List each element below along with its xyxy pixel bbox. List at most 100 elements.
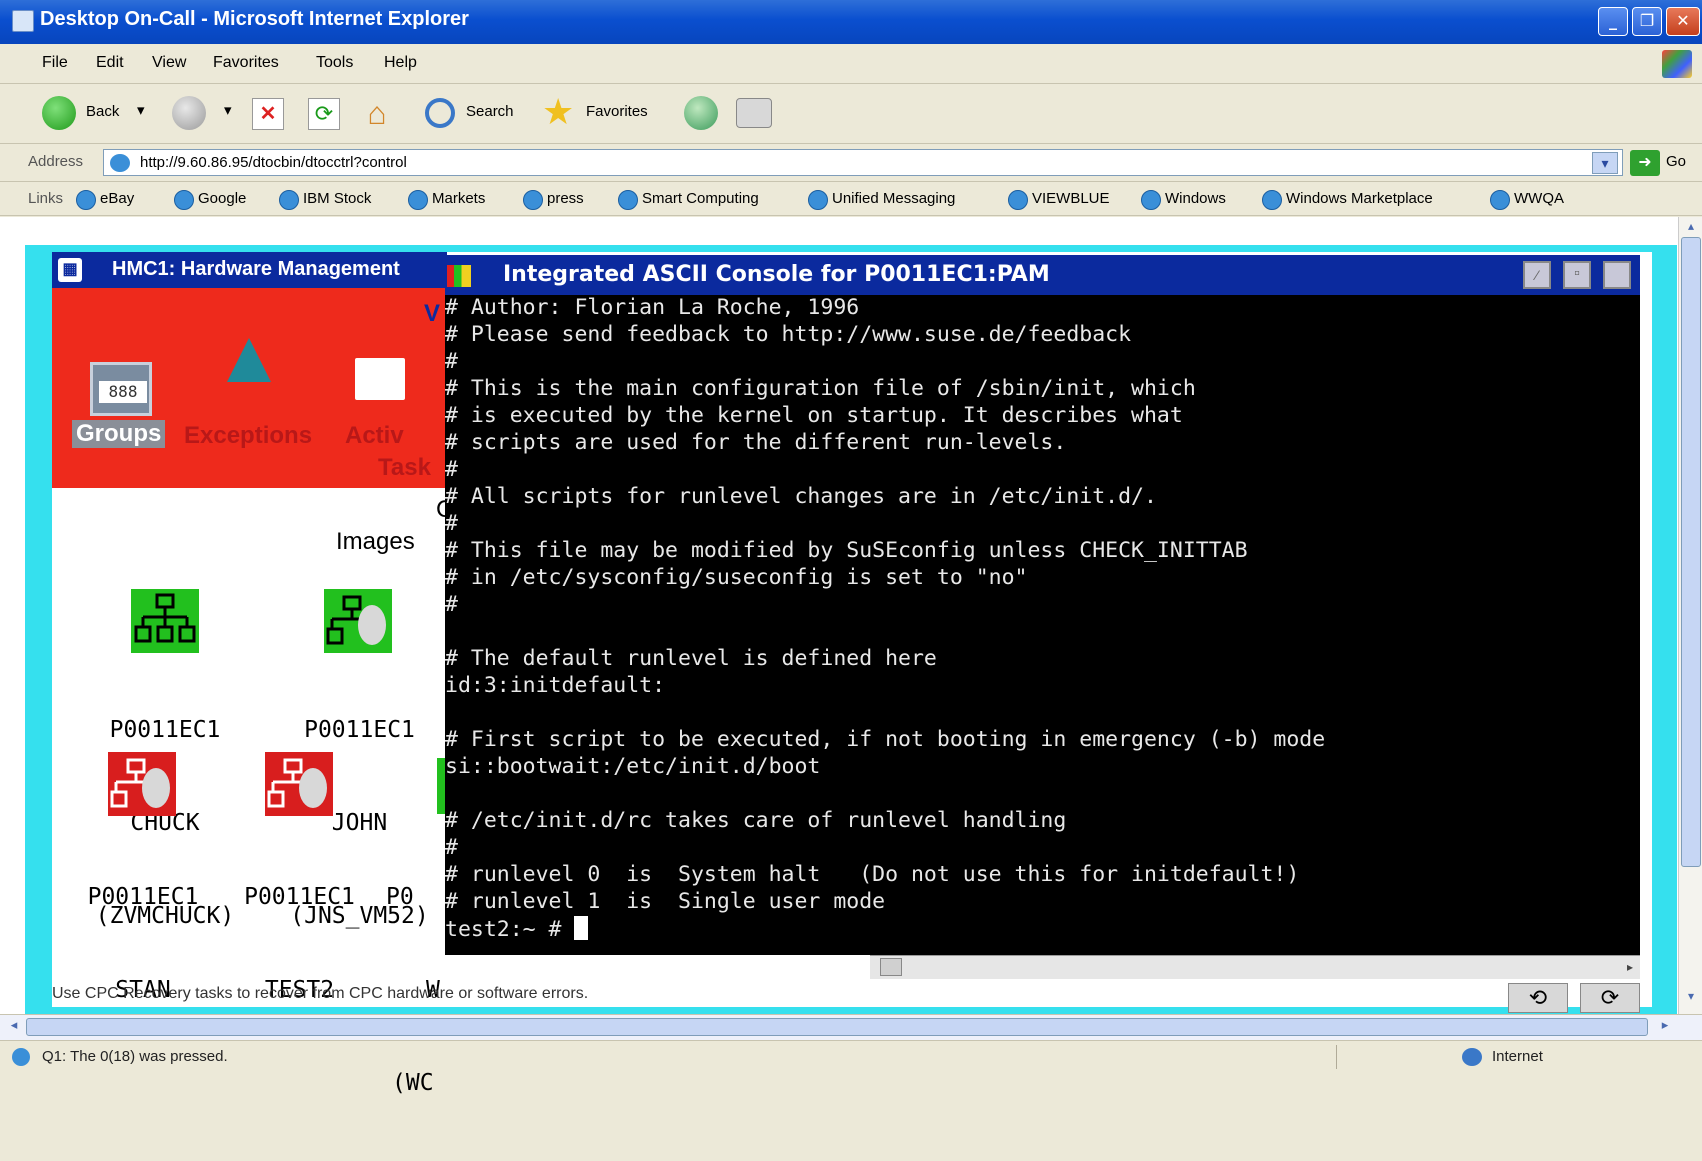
mail-icon[interactable] bbox=[736, 98, 772, 128]
hmc-app-icon: ▦ bbox=[58, 258, 82, 282]
back-button-label[interactable]: Back bbox=[86, 103, 119, 120]
address-dropdown-chevron-icon[interactable]: ▾ bbox=[1592, 152, 1618, 174]
groups-button[interactable]: Groups bbox=[72, 420, 166, 448]
go-arrow-icon[interactable]: ➜ bbox=[1630, 150, 1660, 176]
forward-arrow-icon[interactable] bbox=[172, 96, 206, 130]
hmc-nav-area: V 888 Groups Exceptions Activ Task bbox=[52, 288, 447, 488]
menu-file[interactable]: File bbox=[42, 54, 68, 72]
link-wwqa[interactable]: WWQA bbox=[1490, 190, 1564, 210]
refresh-icon[interactable]: ⟳ bbox=[308, 98, 340, 130]
image-status-icon[interactable] bbox=[265, 752, 333, 816]
console-prompt-line[interactable]: test2:~ # bbox=[445, 916, 589, 942]
scroll-thumb[interactable] bbox=[1681, 237, 1701, 867]
back-arrow-icon[interactable] bbox=[42, 96, 76, 130]
hmc-forward-nav-icon[interactable]: ⟳ bbox=[1580, 983, 1640, 1013]
link-smart-computing[interactable]: Smart Computing bbox=[618, 190, 759, 210]
image-name-line1: P0011EC1 bbox=[244, 884, 355, 910]
console-app-icon bbox=[447, 265, 471, 287]
console-maximize-button[interactable]: ▫ bbox=[1563, 261, 1591, 289]
console-line: # All scripts for runlevel changes are i… bbox=[445, 484, 1157, 509]
image-status-icon[interactable] bbox=[108, 752, 176, 816]
link-press[interactable]: press bbox=[523, 190, 584, 210]
page-horizontal-scrollbar[interactable]: ◂ ▸ bbox=[0, 1014, 1702, 1040]
menu-help[interactable]: Help bbox=[384, 54, 417, 72]
active-tasks-button-line1[interactable]: Activ bbox=[345, 422, 404, 450]
link-unified-messaging[interactable]: Unified Messaging bbox=[808, 190, 955, 210]
page-status-icon bbox=[12, 1048, 30, 1066]
exceptions-button[interactable]: Exceptions bbox=[184, 422, 312, 450]
page-vertical-scrollbar[interactable]: ▴ ▾ bbox=[1678, 217, 1702, 1014]
console-minimize-button[interactable]: ⁄ bbox=[1523, 261, 1551, 289]
link-viewblue[interactable]: VIEWBLUE bbox=[1008, 190, 1110, 210]
console-cursor bbox=[574, 916, 589, 940]
console-line: # Author: Florian La Roche, 1996 bbox=[445, 295, 860, 320]
console-line: # runlevel 1 is Single user mode bbox=[445, 889, 886, 914]
favorites-button-label[interactable]: Favorites bbox=[586, 103, 648, 120]
scroll-thumb[interactable] bbox=[26, 1018, 1648, 1036]
links-label: Links bbox=[28, 190, 64, 207]
stop-icon[interactable]: ✕ bbox=[252, 98, 284, 130]
ie-window-icon[interactable] bbox=[12, 10, 34, 32]
scroll-down-arrow-icon[interactable]: ▾ bbox=[1681, 989, 1701, 1009]
console-horizontal-scrollbar[interactable]: ▸ bbox=[870, 955, 1640, 979]
image-name-line1: P0011EC1 bbox=[109, 717, 221, 743]
scroll-right-arrow-icon[interactable]: ▸ bbox=[1655, 1017, 1675, 1037]
link-ibm-stock[interactable]: IBM Stock bbox=[279, 190, 371, 210]
page-icon bbox=[110, 154, 130, 172]
link-google[interactable]: Google bbox=[174, 190, 246, 210]
console-output[interactable]: # Author: Florian La Roche, 1996 # Pleas… bbox=[445, 295, 1640, 955]
menu-favorites[interactable]: Favorites bbox=[213, 54, 279, 72]
link-ebay[interactable]: eBay bbox=[76, 190, 134, 210]
security-zone-label: Internet bbox=[1492, 1048, 1543, 1065]
hmc-nav-fragment-v: V bbox=[424, 300, 441, 327]
search-button-label[interactable]: Search bbox=[466, 103, 514, 120]
active-tasks-button-line2[interactable]: Task bbox=[378, 454, 431, 482]
links-bar: Links eBay Google IBM Stock Markets pres… bbox=[0, 182, 1702, 216]
console-line: id:3:initdefault: bbox=[445, 673, 666, 698]
address-bar: Address http://9.60.86.95/dtocbin/dtocct… bbox=[0, 144, 1702, 182]
scroll-up-arrow-icon[interactable]: ▴ bbox=[1681, 219, 1701, 239]
scroll-thumb[interactable] bbox=[880, 958, 902, 976]
image-status-icon[interactable] bbox=[131, 589, 199, 653]
groups-icon[interactable]: 888 bbox=[90, 362, 152, 416]
maximize-button[interactable]: ❐ bbox=[1632, 7, 1662, 36]
menu-tools[interactable]: Tools bbox=[316, 54, 353, 72]
menu-edit[interactable]: Edit bbox=[96, 54, 124, 72]
active-tasks-folder-icon[interactable] bbox=[355, 358, 405, 400]
image-name-line1: P0011EC1 bbox=[304, 717, 415, 743]
window-title: Desktop On-Call - Microsoft Internet Exp… bbox=[40, 8, 469, 30]
console-titlebar[interactable]: Integrated ASCII Console for P0011EC1:PA… bbox=[445, 255, 1640, 295]
minimize-button[interactable]: _ bbox=[1598, 7, 1628, 36]
menu-view[interactable]: View bbox=[152, 54, 186, 72]
favorites-star-icon[interactable]: ★ bbox=[542, 92, 574, 132]
image-status-icon[interactable] bbox=[324, 589, 392, 653]
scroll-left-arrow-icon[interactable]: ◂ bbox=[4, 1017, 24, 1037]
window-titlebar[interactable]: Desktop On-Call - Microsoft Internet Exp… bbox=[0, 0, 1702, 44]
exceptions-warning-icon[interactable] bbox=[227, 338, 271, 382]
console-line: # in /etc/sysconfig/suseconfig is set to… bbox=[445, 565, 1028, 590]
console-line: # The default runlevel is defined here bbox=[445, 646, 937, 671]
close-button[interactable]: ✕ bbox=[1666, 7, 1700, 36]
search-icon[interactable] bbox=[425, 98, 455, 128]
history-icon[interactable] bbox=[684, 96, 718, 130]
status-text: Q1: The 0(18) was pressed. bbox=[42, 1048, 228, 1065]
scroll-right-arrow-icon[interactable]: ▸ bbox=[1622, 958, 1638, 976]
console-line: # This file may be modified by SuSEconfi… bbox=[445, 538, 1248, 563]
hmc-back-nav-icon[interactable]: ⟲ bbox=[1508, 983, 1568, 1013]
status-divider bbox=[1336, 1045, 1337, 1069]
home-icon[interactable]: ⌂ bbox=[358, 96, 396, 132]
console-close-button[interactable] bbox=[1603, 261, 1631, 289]
link-windows[interactable]: Windows bbox=[1141, 190, 1226, 210]
link-markets[interactable]: Markets bbox=[408, 190, 485, 210]
hmc-titlebar: ▦ HMC1: Hardware Management bbox=[52, 252, 447, 288]
forward-dropdown-chevron-icon[interactable]: ▾ bbox=[224, 101, 232, 119]
console-line: # bbox=[445, 457, 458, 482]
address-input[interactable]: http://9.60.86.95/dtocbin/dtocctrl?contr… bbox=[103, 149, 1623, 176]
console-line: si::bootwait:/etc/init.d/boot bbox=[445, 754, 821, 779]
back-dropdown-chevron-icon[interactable]: ▾ bbox=[137, 101, 145, 119]
hmc-title: HMC1: Hardware Management bbox=[112, 258, 400, 280]
console-title: Integrated ASCII Console for P0011EC1:PA… bbox=[503, 262, 1050, 287]
link-windows-marketplace[interactable]: Windows Marketplace bbox=[1262, 190, 1433, 210]
go-button-label[interactable]: Go bbox=[1666, 153, 1686, 170]
console-line: # bbox=[445, 592, 458, 617]
